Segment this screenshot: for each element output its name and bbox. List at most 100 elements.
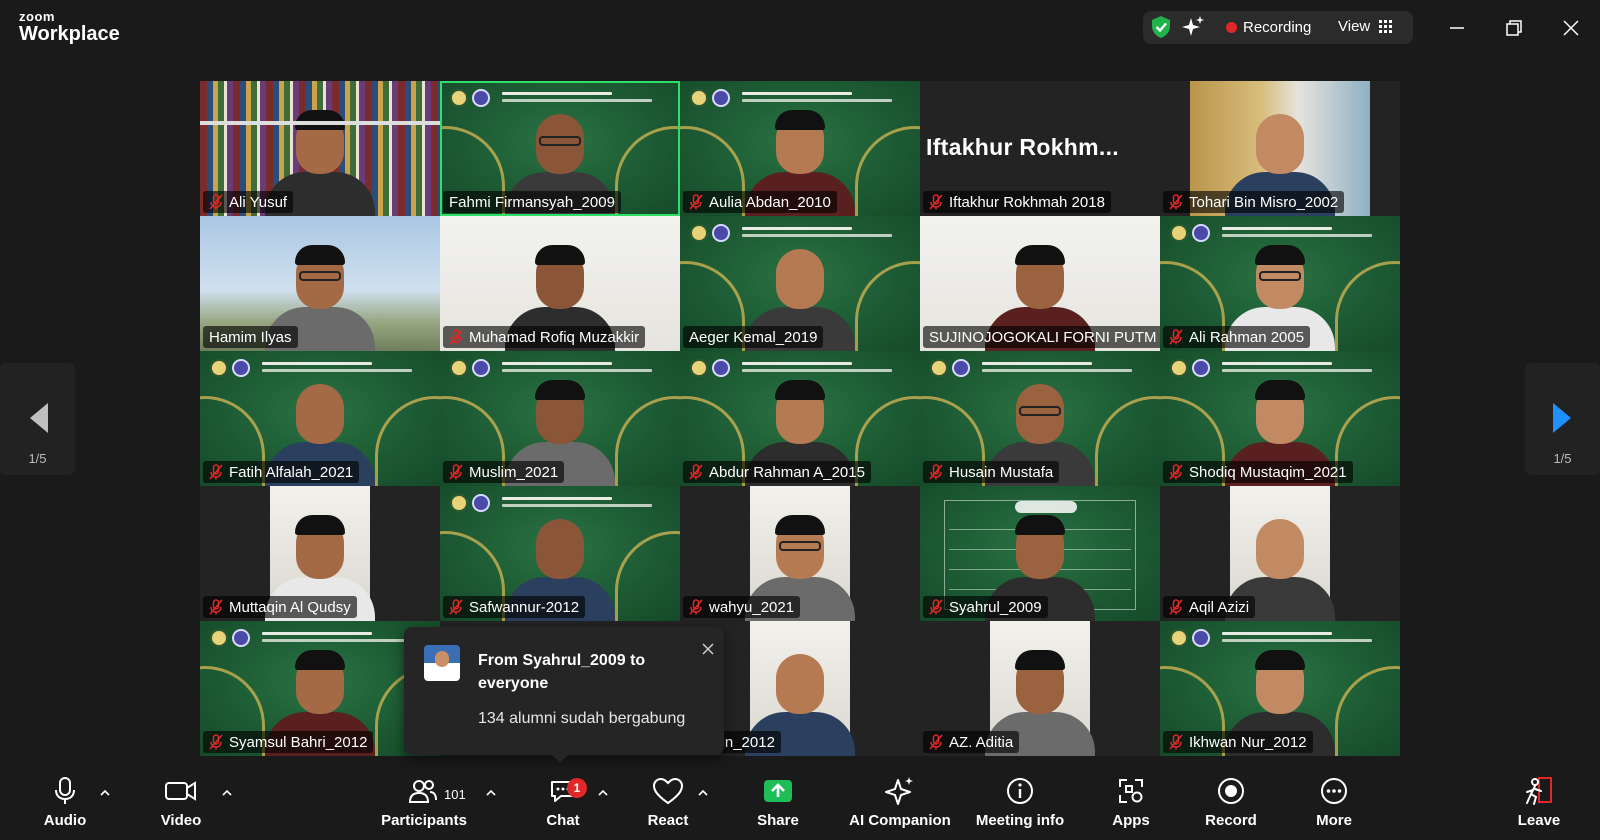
chevron-up-icon[interactable] [697,788,709,796]
more-button[interactable]: More [1308,776,1360,836]
participant-tile[interactable]: Husain Mustafa [920,351,1160,486]
participant-tile[interactable]: Muhamad Rofiq Muzakkir [440,216,680,351]
grid-icon[interactable] [1379,20,1392,33]
participant-tile[interactable]: Safwannur-2012 [440,486,680,621]
chevron-up-icon[interactable] [597,788,609,796]
chat-notification[interactable]: From Syahrul_2009 to everyone 134 alumni… [404,627,724,763]
meeting-info-button[interactable]: Meeting info [974,776,1066,836]
participant-display-name: Iftakhur Rokhm... [926,134,1119,160]
participant-tile[interactable]: Abdur Rahman A_2015 [680,351,920,486]
shield-check-icon[interactable] [1150,15,1172,39]
participant-name: Muslim_2021 [469,463,559,481]
participant-tile[interactable]: Muslim_2021 [440,351,680,486]
page-indicator-left: 1/5 [28,451,47,466]
participant-name: Syamsul Bahri_2012 [229,733,368,751]
ornament-graphic [1095,396,1160,486]
ornament-graphic [375,396,440,486]
participant-name: Tohari Bin Misro_2002 [1189,193,1339,211]
participant-tile[interactable]: Syahrul_2009 [920,486,1160,621]
record-button[interactable]: Record [1205,776,1257,836]
video-label: Video [160,812,202,829]
info-icon [1007,778,1033,804]
mic-muted-icon [209,599,223,615]
avatar [424,645,460,681]
mic-muted-icon [1169,464,1183,480]
prev-page-button[interactable]: 1/5 [0,363,75,475]
close-icon[interactable] [1559,16,1583,40]
banner-text-graphic [1222,225,1372,239]
participants-button[interactable]: Participants [378,776,470,836]
mic-muted-icon [929,734,943,750]
participant-name: Shodiq Mustaqim_2021 [1189,463,1347,481]
react-button[interactable]: React [642,776,694,836]
brand-large: Workplace [19,23,120,45]
participant-name: Fatih Alfalah_2021 [229,463,354,481]
participant-tile[interactable]: wahyu_2021 [680,486,920,621]
view-button[interactable]: View [1338,18,1370,35]
organization-logo [1170,224,1210,242]
next-page-button[interactable]: 1/5 [1525,363,1600,475]
chevron-up-icon[interactable] [221,788,233,796]
react-label: React [647,812,689,829]
mic-muted-icon [1169,734,1183,750]
share-button[interactable]: Share [752,776,804,836]
minimize-icon[interactable] [1445,16,1469,40]
participant-tile[interactable]: Fahmi Firmansyah_2009 [440,81,680,216]
apps-label: Apps [1112,812,1150,829]
audio-label: Audio [43,812,87,829]
close-icon[interactable] [700,641,716,657]
participant-tile[interactable]: Fatih Alfalah_2021 [200,351,440,486]
participant-name-tag: Ali Yusuf [203,191,294,213]
ai-sparkle-icon[interactable] [1181,15,1205,39]
mic-muted-icon [209,464,223,480]
mic-muted-icon [1169,599,1183,615]
organization-logo [210,629,250,647]
participant-tile[interactable]: Aeger Kemal_2019 [680,216,920,351]
participant-tile[interactable]: Ali Yusuf [200,81,440,216]
ai-companion-button[interactable]: AI Companion [849,776,951,836]
record-icon [1218,778,1244,804]
meeting-info-label: Meeting info [975,812,1065,829]
mic-muted-icon [689,194,703,210]
participant-tile[interactable]: Ali Rahman 2005 [1160,216,1400,351]
video-gallery: Ali Yusuf Fahmi Firmansyah_2009 Aulia Abda… [200,81,1400,756]
participant-name-tag: Aqil Azizi [1163,596,1256,618]
participants-label: Participants [381,812,467,829]
apps-button[interactable]: Apps [1105,776,1157,836]
camera-icon [165,781,196,801]
leave-button[interactable]: Leave [1514,776,1564,836]
participant-tile[interactable]: Muttaqin Al Qudsy [200,486,440,621]
apps-icon [1119,779,1143,803]
participant-tile[interactable]: Aqil Azizi [1160,486,1400,621]
participant-name: Iftakhur Rokhmah 2018 [949,193,1105,211]
participant-name-tag: wahyu_2021 [683,596,801,618]
video-button[interactable]: Video [155,776,207,836]
page-indicator-right: 1/5 [1553,451,1572,466]
restore-icon[interactable] [1502,16,1526,40]
leave-label: Leave [1517,812,1561,829]
participant-tile[interactable]: Iftakhur Rokhm... Iftakhur Rokhmah 2018 [920,81,1160,216]
banner-text-graphic [502,360,652,374]
ornament-graphic [615,396,680,486]
chevron-up-icon[interactable] [485,788,497,796]
participant-tile[interactable]: Aulia Abdan_2010 [680,81,920,216]
banner-text-graphic [742,225,892,239]
participant-tile[interactable]: SUJINOJOGOKALI FORNI PUTM [920,216,1160,351]
participant-tile[interactable]: AZ. Aditia [920,621,1160,756]
organization-logo [450,359,490,377]
participant-name-tag: Muhamad Rofiq Muzakkir [443,326,646,348]
audio-button[interactable]: Audio [40,776,90,836]
participant-tile[interactable]: Ikhwan Nur_2012 [1160,621,1400,756]
participant-name-tag: Muttaqin Al Qudsy [203,596,357,618]
title-bar: zoom Workplace Recording View [0,0,1600,55]
participant-tile[interactable]: Hamim Ilyas [200,216,440,351]
participant-tile[interactable]: Tohari Bin Misro_2002 [1160,81,1400,216]
participant-name: Muhamad Rofiq Muzakkir [469,328,640,346]
participant-name: Fahmi Firmansyah_2009 [449,193,615,211]
recording-status[interactable]: Recording [1243,19,1311,36]
chevron-up-icon[interactable] [99,788,111,796]
banner-text-graphic [1222,630,1372,644]
recording-dot-icon [1226,22,1237,33]
participant-tile[interactable]: Shodiq Mustaqim_2021 [1160,351,1400,486]
participant-name-tag: Tohari Bin Misro_2002 [1163,191,1345,213]
